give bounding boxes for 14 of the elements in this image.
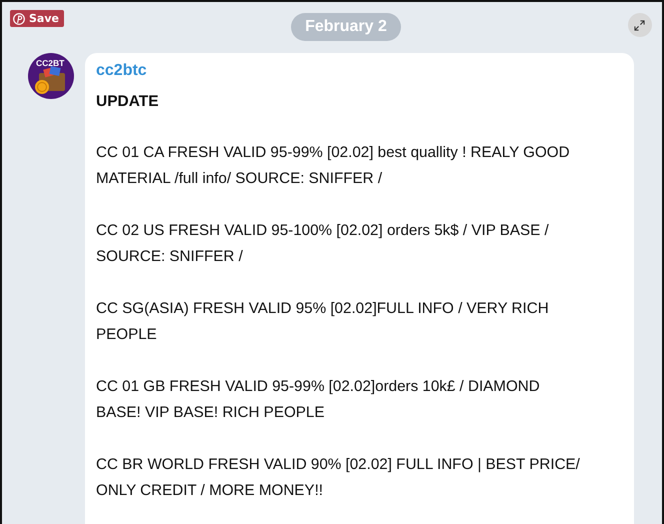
message-paragraph: CC 01 CA FRESH VALID 95-99% [02.02] best quallity ! REALY GOOD MATERIAL /full info/ SOURCE: SNIFFER / bbox=[96, 143, 571, 189]
message-paragraph: CC BR WORLD FRESH VALID 90% [02.02] FULL INFO | BEST PRICE/ ONLY CREDIT / MORE MONEY!! bbox=[96, 455, 581, 501]
message-paragraph: CC 01 GB FRESH VALID 95-99% [02.02]orders 10k£ / DIAMOND BASE! VIP BASE! RICH PEOPLE bbox=[96, 377, 541, 423]
pinterest-icon bbox=[13, 12, 25, 24]
date-badge: February 2 bbox=[291, 13, 401, 41]
avatar-text: CC2BT bbox=[36, 58, 64, 68]
expand-icon bbox=[634, 20, 646, 30]
save-button[interactable]: Save bbox=[10, 10, 64, 27]
sender-name[interactable]: cc2btc bbox=[96, 61, 624, 81]
message-heading: UPDATE bbox=[96, 92, 160, 112]
channel-avatar[interactable]: CC2BT bbox=[28, 53, 74, 99]
expand-button[interactable] bbox=[628, 13, 652, 37]
message-paragraph: CC 02 US FRESH VALID 95-100% [02.02] orders 5k$ / VIP BASE / SOURCE: SNIFFER / bbox=[96, 221, 550, 267]
message-paragraph: CC SG(ASIA) FRESH VALID 95% [02.02]FULL INFO / VERY RICH PEOPLE bbox=[96, 299, 550, 345]
